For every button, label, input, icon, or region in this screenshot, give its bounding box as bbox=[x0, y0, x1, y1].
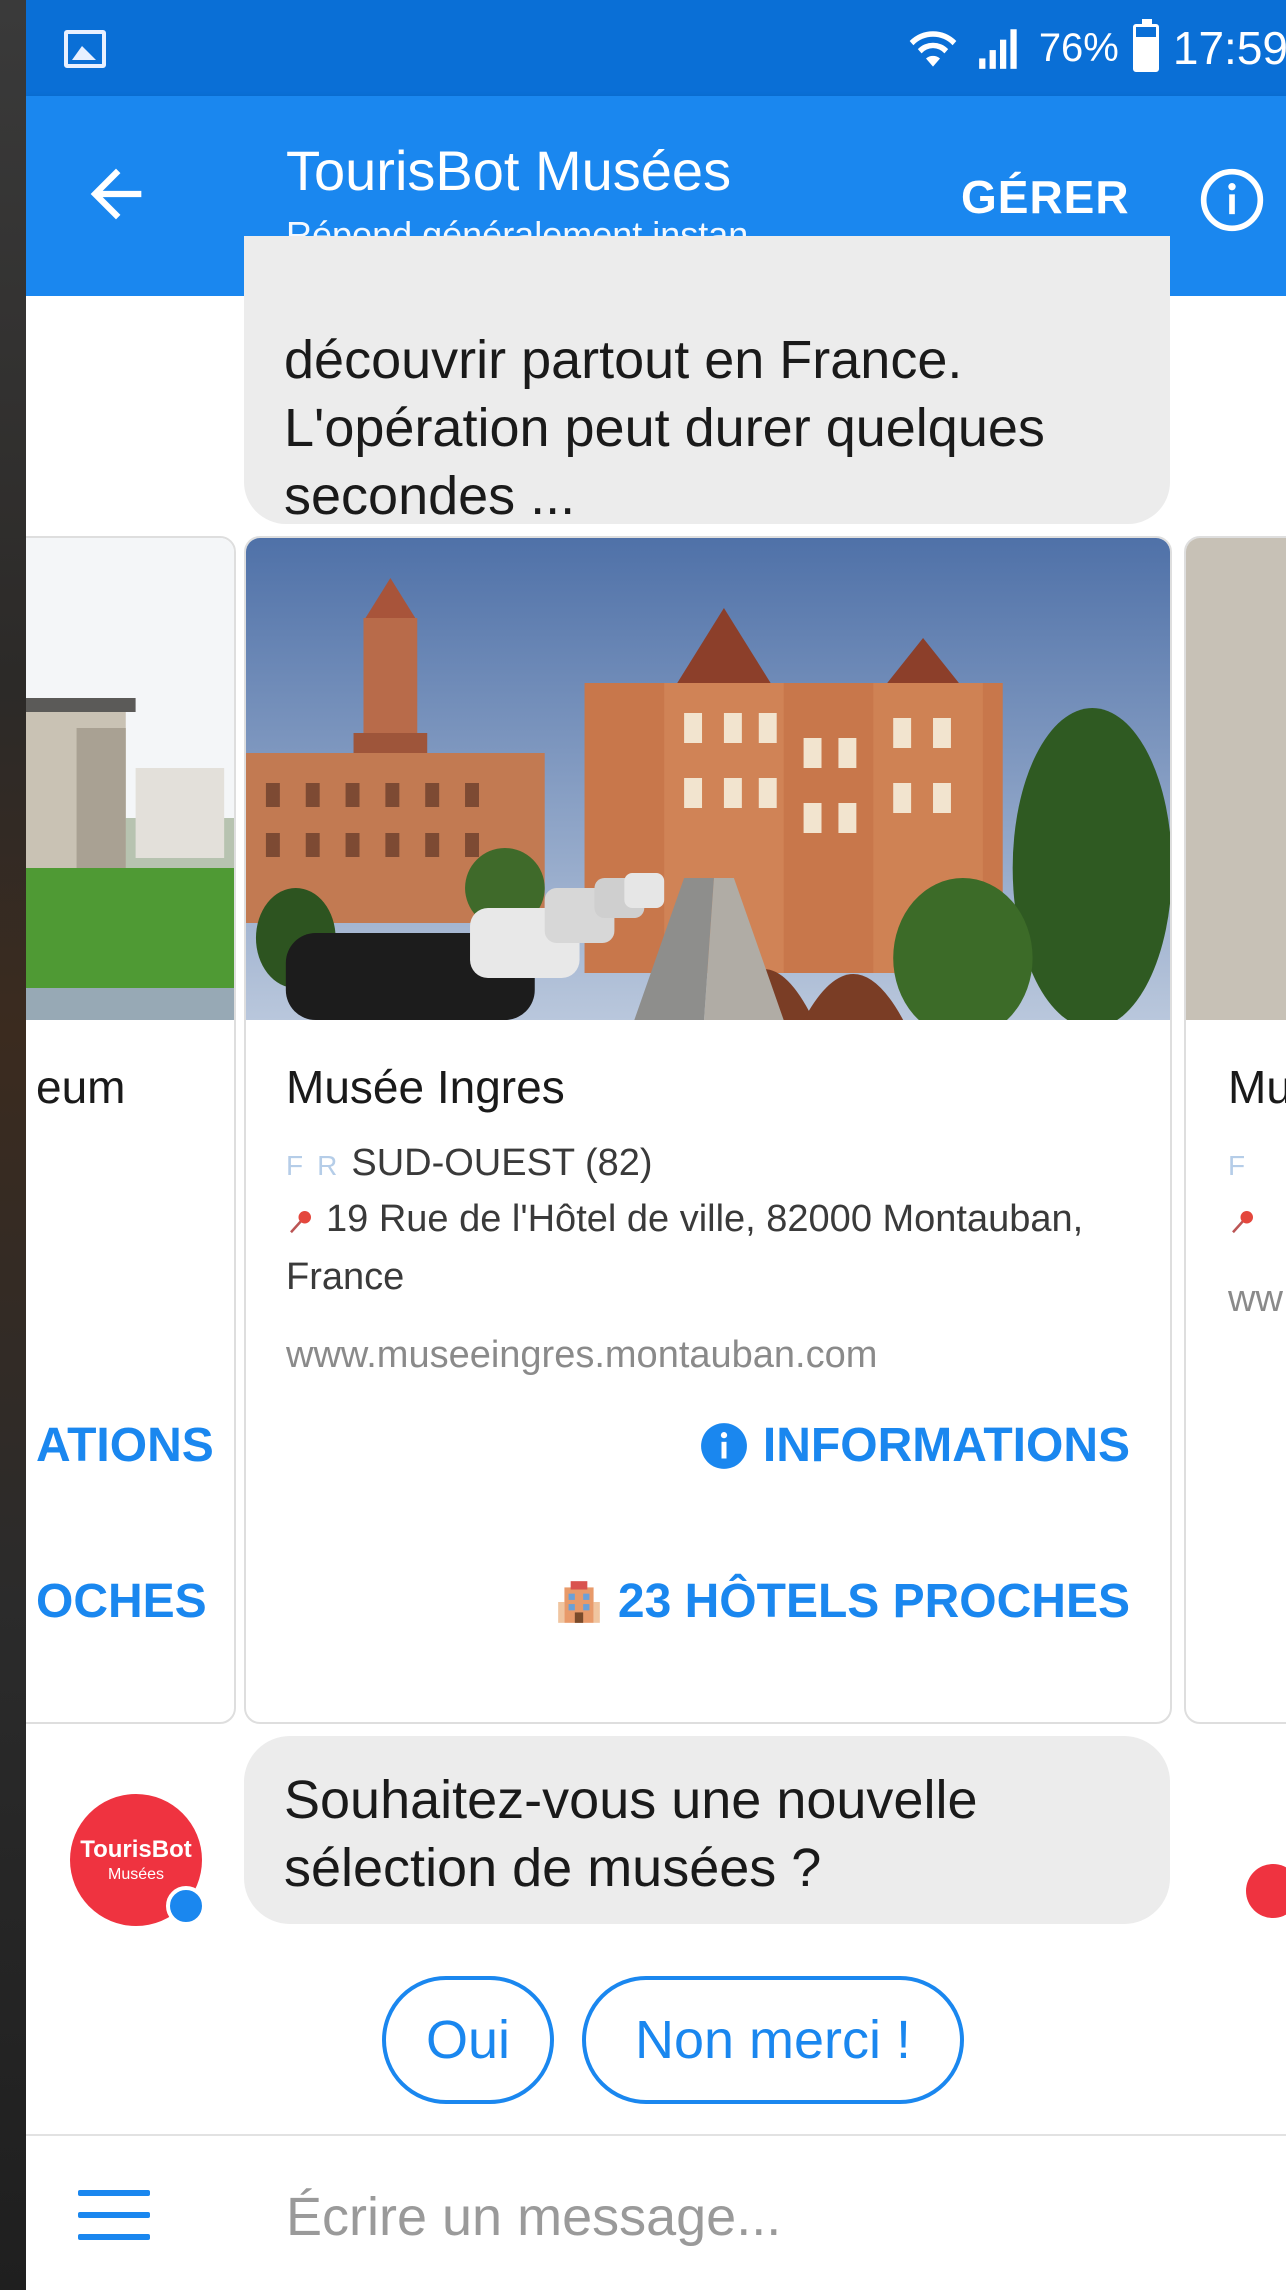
museum-photo-previous bbox=[26, 538, 234, 1020]
nearby-hotels-label: 23 HÔTELS PROCHES bbox=[617, 1575, 1130, 1628]
museum-region-next: F bbox=[1228, 1134, 1259, 1195]
bot-message-bubble: découvrir partout en France. L'opération… bbox=[244, 236, 1170, 526]
message-input[interactable] bbox=[284, 2176, 1188, 2258]
info-button-previous[interactable]: ATIONS bbox=[36, 1418, 214, 1473]
battery-icon bbox=[1132, 19, 1159, 72]
wifi-icon bbox=[909, 31, 957, 67]
flag-f-icon-next: F bbox=[1228, 1150, 1246, 1181]
museum-address: 19 Rue de l'Hôtel de ville, 82000 Montau… bbox=[286, 1190, 1136, 1306]
informations-button[interactable]: INFORMATIONS bbox=[699, 1418, 1130, 1473]
map-pin-icon bbox=[290, 1210, 311, 1234]
region-text: SUD-OUEST (82) bbox=[351, 1142, 653, 1184]
info-circle-icon bbox=[701, 1422, 747, 1469]
bot-question-text: Souhaitez-vous une nouvelle sélection de… bbox=[284, 1770, 978, 1898]
bot-avatar-small bbox=[1246, 1864, 1286, 1918]
bot-message-text: découvrir partout en France. L'opération… bbox=[284, 330, 1045, 526]
museum-photo-musee-ingres bbox=[246, 538, 1170, 1020]
flag-f-icon: F bbox=[286, 1150, 304, 1181]
museum-title: Musée Ingres bbox=[286, 1061, 565, 1113]
hotel-building-icon bbox=[558, 1580, 600, 1623]
quick-reply-non-merci[interactable]: Non merci ! bbox=[582, 1976, 964, 2104]
museum-website-link[interactable]: www.museeingres.montauban.com bbox=[286, 1334, 877, 1377]
info-icon[interactable] bbox=[1198, 166, 1266, 234]
back-arrow-icon[interactable] bbox=[78, 156, 154, 232]
map-pin-icon-next bbox=[1232, 1210, 1253, 1234]
bot-question-bubble: Souhaitez-vous une nouvelle sélection de… bbox=[244, 1736, 1170, 1924]
battery-percentage: 76% bbox=[1038, 25, 1119, 70]
quick-reply-oui[interactable]: Oui bbox=[382, 1976, 554, 2104]
museum-title-next: Mu bbox=[1228, 1061, 1286, 1113]
clock-time: 17:59 bbox=[1172, 22, 1286, 74]
hamburger-menu-icon[interactable] bbox=[78, 2190, 150, 2240]
phone-screen: 76% 17:59 TourisBot Musées Répond généra… bbox=[26, 0, 1286, 2290]
avatar-name: TourisBot bbox=[80, 1836, 192, 1863]
avatar-subtitle: Musées bbox=[107, 1866, 165, 1883]
flag-r-icon: R bbox=[317, 1150, 338, 1181]
bot-avatar: TourisBot Musées bbox=[70, 1794, 206, 1926]
conversation-area: découvrir partout en France. L'opération… bbox=[26, 236, 1286, 2140]
message-composer bbox=[26, 2134, 1286, 2290]
status-indicators: 76% 17:59 bbox=[905, 18, 1286, 78]
signal-strength-icon bbox=[978, 29, 1017, 69]
museum-card-next[interactable]: Mu F ww bbox=[1184, 536, 1286, 1724]
hotels-button-previous[interactable]: OCHES bbox=[36, 1574, 207, 1629]
gallery-notification-icon bbox=[64, 30, 106, 68]
chat-title: TourisBot Musées bbox=[286, 139, 732, 202]
messenger-badge-icon bbox=[166, 1886, 206, 1926]
status-bar: 76% 17:59 bbox=[26, 0, 1286, 96]
museum-website-next[interactable]: ww bbox=[1228, 1278, 1283, 1321]
museum-region: F R SUD-OUEST (82) bbox=[286, 1134, 653, 1195]
museum-card-previous[interactable]: eum ATIONS OCHES bbox=[26, 536, 236, 1724]
nearby-hotels-button[interactable]: 23 HÔTELS PROCHES bbox=[554, 1574, 1130, 1629]
museum-address-next bbox=[1228, 1190, 1268, 1248]
museum-title-previous: eum bbox=[36, 1061, 126, 1113]
manage-button[interactable]: GÉRER bbox=[961, 170, 1130, 224]
address-text: 19 Rue de l'Hôtel de ville, 82000 Montau… bbox=[286, 1198, 1084, 1298]
museum-photo-next bbox=[1186, 538, 1286, 1020]
museum-card-musee-ingres[interactable]: Musée Ingres F R SUD-OUEST (82) 19 Rue de … bbox=[244, 536, 1172, 1724]
informations-label: INFORMATIONS bbox=[762, 1419, 1130, 1472]
